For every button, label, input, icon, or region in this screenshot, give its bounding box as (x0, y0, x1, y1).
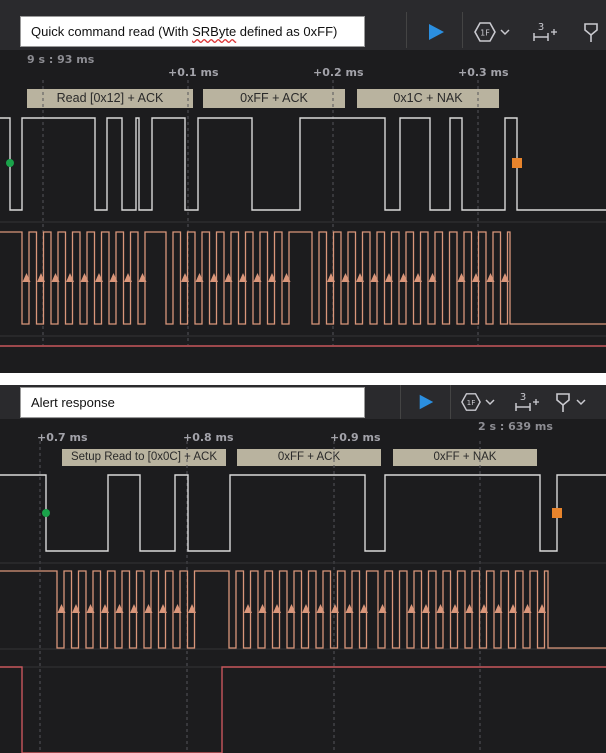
waveform-area[interactable] (0, 385, 606, 753)
alert-signal-trace (0, 666, 606, 753)
clock-signal-trace (0, 231, 606, 325)
capture-panel-alert-response: Alert response 1F 3 2 s : 639 ms +0.7 ms… (0, 385, 606, 753)
stop-condition-marker (512, 158, 522, 168)
waveform-area[interactable] (0, 0, 606, 373)
data-signal-trace (0, 474, 606, 552)
capture-panel-quick-command: Quick command read (With SRByte defined … (0, 0, 606, 373)
stop-condition-marker (552, 508, 562, 518)
start-condition-marker (6, 159, 14, 167)
start-condition-marker (42, 509, 50, 517)
